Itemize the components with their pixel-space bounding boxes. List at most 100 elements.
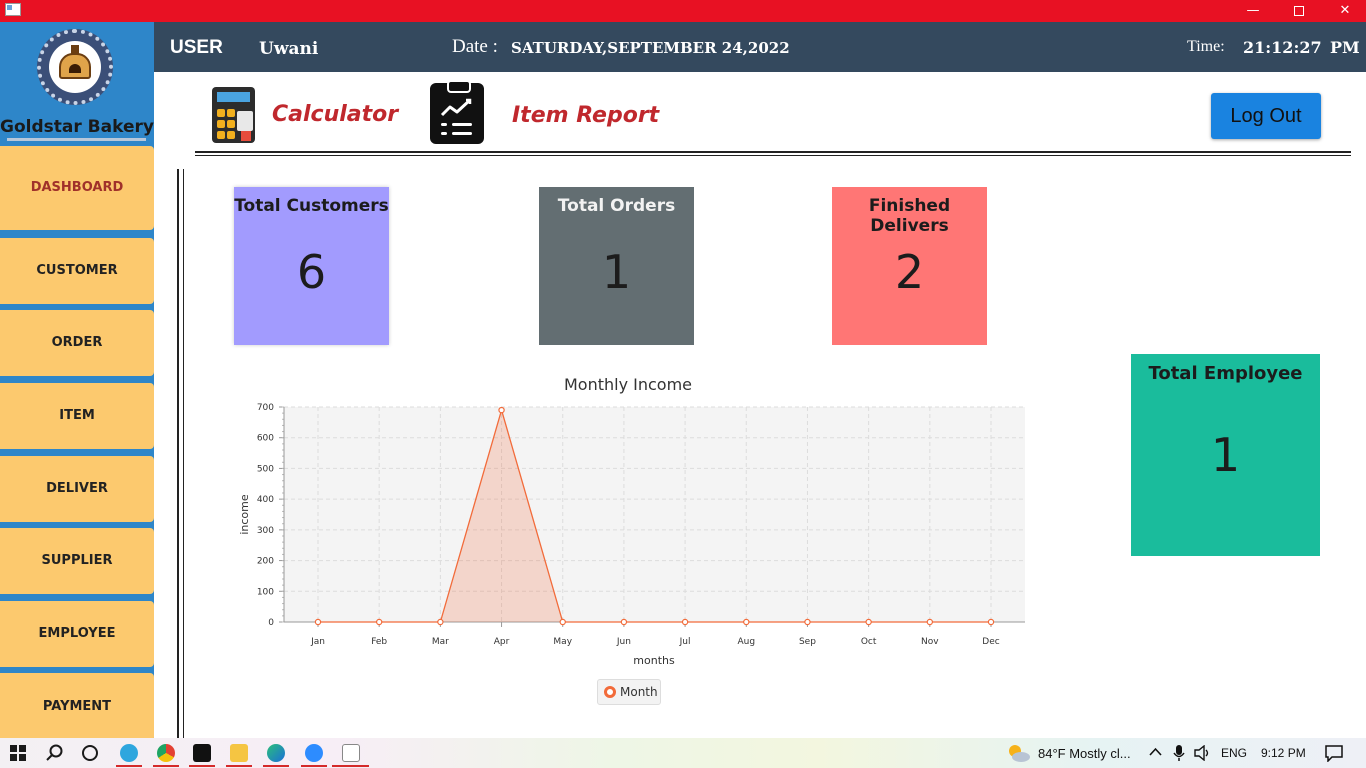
y-tick-label: 0 (268, 618, 274, 628)
total-customers-card: Total Customers 6 (234, 187, 389, 345)
finished-delivers-card: Finished Delivers 2 (832, 187, 987, 345)
weather-text[interactable]: 84°F Mostly cl... (1038, 746, 1131, 761)
weather-icon[interactable] (1005, 742, 1031, 764)
window-titlebar: — ✕ (0, 0, 1366, 22)
date-label: Date : (452, 36, 498, 57)
clipboard-chart-icon[interactable] (430, 80, 484, 144)
item-report-link[interactable]: Item Report (512, 103, 659, 128)
data-point (498, 406, 505, 414)
card-value: 1 (1210, 428, 1241, 482)
speaker-icon[interactable] (1194, 745, 1212, 761)
data-point (743, 618, 750, 626)
data-point (620, 618, 628, 626)
calculator-icon[interactable] (212, 87, 255, 143)
date-value: SATURDAY,SEPTEMBER 24,2022 (511, 39, 790, 57)
java-app-icon[interactable] (342, 744, 360, 762)
sidebar: Goldstar Bakery DASHBOARD CUSTOMER ORDER… (0, 22, 154, 738)
logout-button[interactable]: Log Out (1211, 93, 1321, 139)
content-divider (177, 169, 184, 738)
x-axis-label: months (633, 654, 675, 667)
card-title: Total Employee (1148, 363, 1303, 384)
time-label: Time: (1187, 38, 1225, 55)
calculator-link[interactable]: Calculator (272, 102, 398, 127)
sidebar-item-supplier[interactable]: SUPPLIER (0, 528, 154, 594)
sidebar-item-employee[interactable]: EMPLOYEE (0, 601, 154, 667)
maximize-icon (1294, 5, 1304, 16)
sidebar-item-customer[interactable]: CUSTOMER (0, 238, 154, 304)
user-label: USER (170, 37, 223, 58)
sidebar-item-order[interactable]: ORDER (0, 310, 154, 376)
notification-icon[interactable] (1325, 744, 1343, 762)
data-point (437, 618, 444, 626)
brand: Goldstar Bakery (0, 22, 154, 146)
microphone-icon[interactable] (1173, 744, 1185, 762)
sidebar-item-payment[interactable]: PAYMENT (0, 673, 154, 738)
sidebar-item-item[interactable]: ITEM (0, 383, 154, 449)
zoom-icon[interactable] (305, 744, 323, 762)
card-title: Total Customers (234, 196, 389, 216)
data-point (375, 618, 383, 626)
x-tick-label: Sep (799, 637, 816, 647)
x-tick-label: Nov (921, 637, 939, 647)
y-axis-label: income (238, 494, 251, 535)
card-value: 1 (601, 245, 632, 299)
legend-marker (604, 686, 616, 698)
brand-name: Goldstar Bakery (0, 117, 154, 137)
task-view-icon[interactable] (81, 744, 99, 762)
legend-label: Month (620, 685, 658, 699)
data-point (681, 618, 689, 626)
y-tick-label: 600 (257, 434, 274, 444)
data-point (559, 618, 566, 626)
x-tick-label: Apr (494, 637, 510, 647)
user-name: Uwani (259, 39, 319, 59)
x-tick-label: Aug (737, 637, 755, 647)
bakery-logo (37, 29, 113, 105)
plot-area (284, 407, 1025, 622)
data-point (926, 618, 934, 626)
x-tick-label: Jul (679, 637, 691, 647)
card-title: Finished Delivers (868, 196, 951, 236)
x-tick-label: Feb (371, 637, 387, 647)
data-point (804, 618, 811, 626)
y-tick-label: 500 (257, 464, 274, 474)
language-indicator[interactable]: ENG (1221, 746, 1247, 760)
card-value: 2 (894, 245, 925, 299)
chevron-up-icon[interactable] (1149, 747, 1162, 757)
edge-icon[interactable] (267, 744, 285, 762)
intellij-icon[interactable] (193, 744, 211, 762)
chart-canvas: 0 100 200 300 400 500 600 700 Jan Feb Mar Apr May Jun… (238, 375, 1025, 667)
x-tick-label: Jun (616, 637, 631, 647)
y-tick-label: 100 (257, 587, 274, 597)
minimize-button[interactable]: — (1230, 0, 1276, 22)
card-value: 6 (296, 245, 327, 299)
x-tick-label: Oct (861, 637, 877, 647)
data-point (314, 618, 322, 626)
x-tick-label: May (553, 637, 572, 647)
chrome-icon[interactable] (157, 744, 175, 762)
data-point (987, 618, 995, 626)
time-value: 21:12:27 (1243, 38, 1322, 57)
chart-title: Monthly Income (564, 375, 692, 394)
monthly-income-chart: 0 100 200 300 400 500 600 700 Jan Feb Mar Apr May Jun… (230, 372, 1030, 712)
sidebar-item-dashboard[interactable]: DASHBOARD (0, 146, 154, 230)
search-icon[interactable] (46, 744, 64, 762)
x-tick-label: Mar (432, 637, 449, 647)
time-ampm: PM (1330, 38, 1360, 57)
sidebar-item-deliver[interactable]: DELIVER (0, 456, 154, 522)
total-orders-card: Total Orders 1 (539, 187, 694, 345)
chart-legend: Month (597, 679, 661, 705)
file-explorer-icon[interactable] (230, 744, 248, 762)
system-clock[interactable]: 9:12 PM (1261, 746, 1306, 760)
windows-start-icon[interactable] (10, 745, 26, 761)
close-button[interactable]: ✕ (1322, 0, 1366, 22)
maximize-button[interactable] (1276, 0, 1322, 22)
y-tick-label: 400 (257, 495, 274, 505)
y-tick-label: 200 (257, 557, 274, 567)
y-tick-label: 300 (257, 526, 274, 536)
y-tick-label: 700 (257, 403, 274, 413)
oven-icon (49, 41, 101, 93)
card-title: Total Orders (557, 196, 676, 216)
total-employee-card: Total Employee 1 (1131, 354, 1320, 556)
telegram-icon[interactable] (120, 744, 138, 762)
x-tick-label: Dec (982, 637, 999, 647)
